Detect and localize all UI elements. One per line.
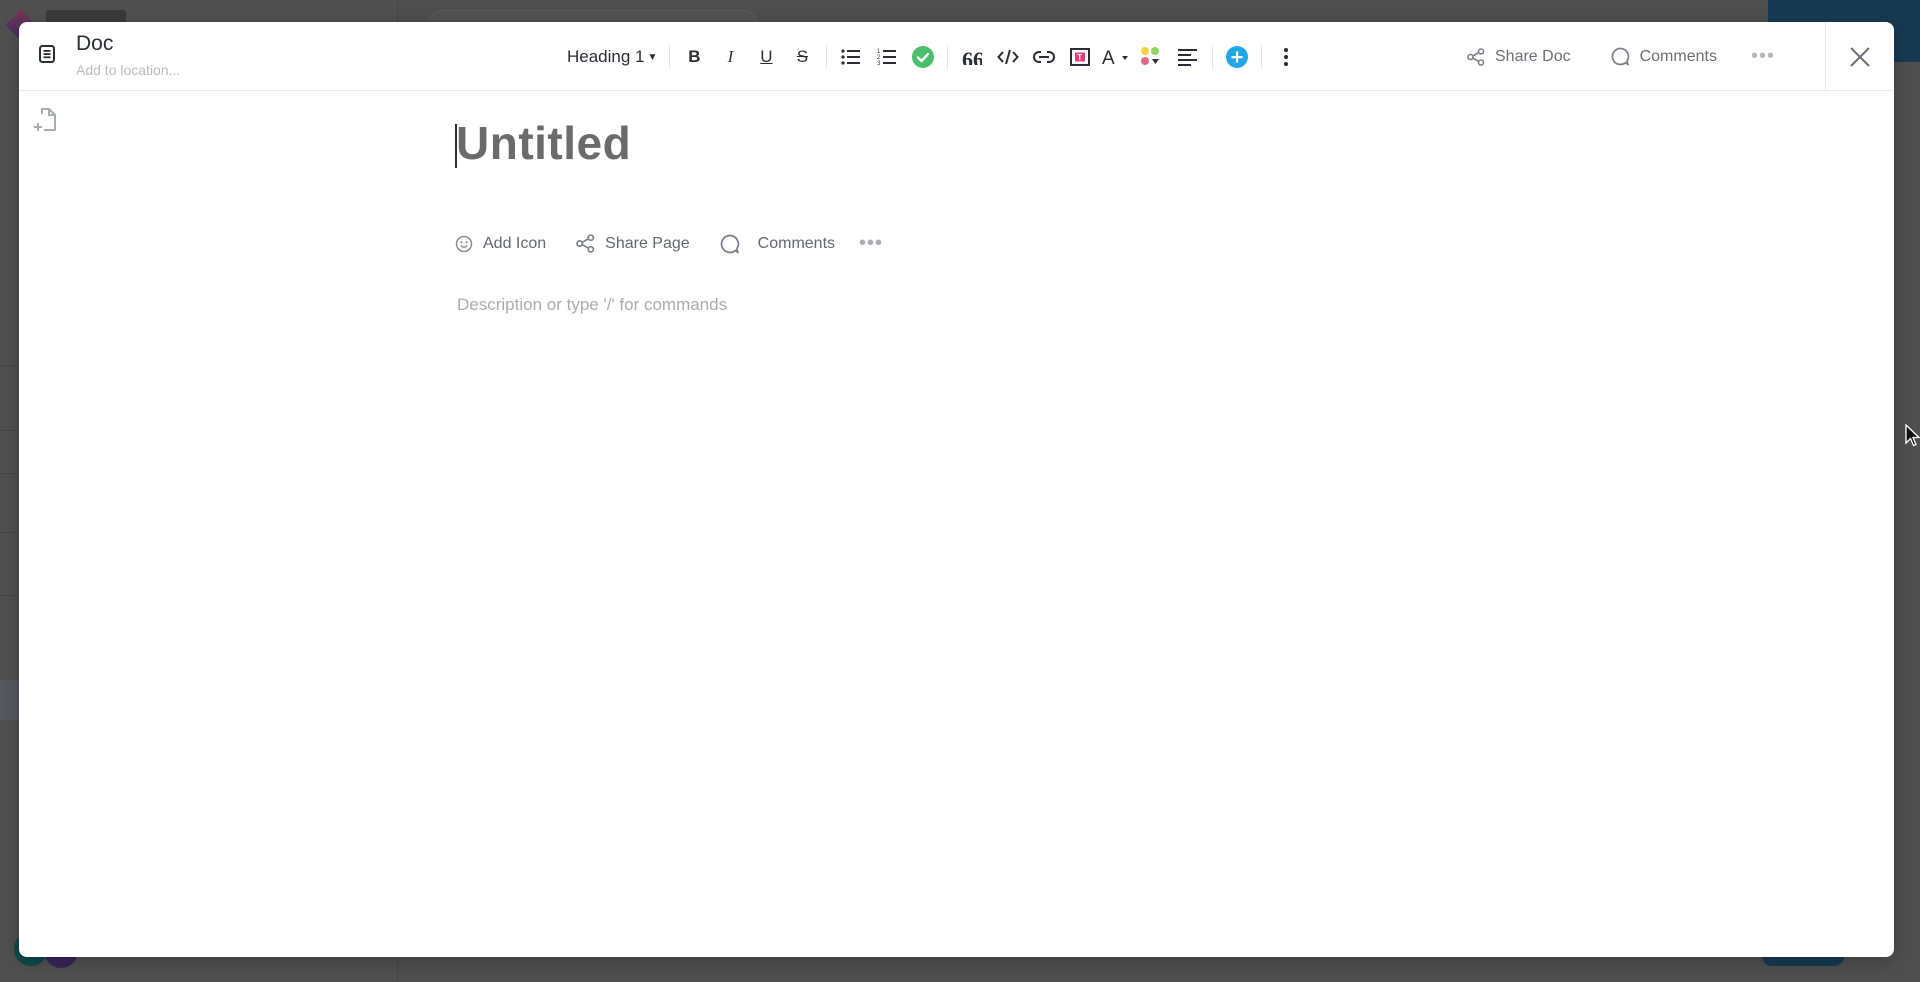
more-options-button[interactable] [1271,42,1301,72]
comment-icon [720,234,739,253]
font-color-icon: A [1102,48,1129,66]
mouse-pointer-icon [1905,424,1920,447]
svg-text:3: 3 [877,61,881,67]
doc-type-label: Doc [76,32,114,55]
page-comments-button[interactable]: Comments [720,234,835,254]
align-left-icon [1178,49,1198,66]
add-page-button[interactable] [33,106,59,136]
description-input[interactable]: Description or type '/' for commands [457,295,1157,315]
comments-button[interactable]: Comments [1611,47,1717,66]
add-icon-label: Add Icon [483,234,547,252]
caret-down-icon: ▼ [647,51,658,63]
page-comments-label: Comments [757,234,836,252]
numbered-list-button[interactable]: 123 [872,42,902,72]
smiley-icon [455,235,473,252]
color-palette-button[interactable] [1137,42,1167,72]
doc-modal: Doc Add to location... Heading 1 ▼ B I U… [19,22,1894,957]
underline-button[interactable]: U [751,42,781,72]
heading-dropdown[interactable]: Heading 1 ▼ [563,42,661,72]
strikethrough-button[interactable]: S [787,42,817,72]
svg-text:A: A [1102,48,1115,66]
share-doc-label: Share Doc [1495,47,1571,65]
doc-icon [37,44,57,64]
divider [1212,45,1214,69]
divider [669,45,671,69]
formatting-toolbar: Heading 1 ▼ B I U S 123 66 T A [560,40,1304,74]
more-horizontal-icon[interactable]: ••• [1751,45,1775,68]
add-to-location-field[interactable]: Add to location... [76,62,180,78]
share-icon [576,234,595,253]
close-button[interactable] [1825,22,1894,91]
text-box-icon: T [1070,48,1091,66]
comment-icon [1611,47,1629,66]
code-button[interactable] [993,42,1023,72]
highlight-button[interactable]: T [1065,42,1095,72]
divider [947,45,949,69]
share-icon [1467,47,1485,66]
title-area[interactable]: Untitled [455,114,1355,178]
insert-button[interactable] [1222,42,1252,72]
page-more-icon[interactable]: ••• [859,232,883,255]
plus-circle-icon [1226,46,1249,68]
doc-header: Doc Add to location... Heading 1 ▼ B I U… [19,22,1894,91]
share-page-label: Share Page [605,234,690,252]
share-doc-button[interactable]: Share Doc [1467,48,1571,66]
checklist-button[interactable] [908,42,938,72]
align-button[interactable] [1173,42,1203,72]
header-actions: Share Doc Comments ••• [1467,22,1775,91]
svg-text:T: T [1078,53,1083,62]
code-icon [997,49,1020,65]
bulleted-list-icon [841,49,861,65]
link-icon [1033,51,1056,63]
share-page-button[interactable]: Share Page [576,234,690,253]
bold-button[interactable]: B [679,42,709,72]
link-button[interactable] [1029,42,1059,72]
italic-button[interactable]: I [715,42,745,72]
check-circle-icon [912,46,935,68]
page-title[interactable]: Untitled [456,116,631,170]
doc-page-content: Untitled Add Icon Share Page Comments ••… [455,114,1355,314]
page-actions: Add Icon Share Page Comments ••• [455,232,883,255]
text-color-button[interactable]: A [1101,42,1131,72]
vertical-dots-icon [1284,48,1289,66]
numbered-list-icon: 123 [877,49,897,67]
add-page-icon [34,108,56,131]
comments-label: Comments [1639,47,1717,65]
bulleted-list-button[interactable] [836,42,866,72]
divider [1261,45,1263,69]
close-icon [1850,46,1870,67]
quote-button[interactable]: 66 [957,42,987,72]
divider [826,45,828,69]
heading-label: Heading 1 [567,47,645,66]
svg-text:66: 66 [962,49,982,65]
add-icon-button[interactable]: Add Icon [455,235,546,253]
quote-icon: 66 [962,49,982,65]
palette-icon [1141,47,1160,65]
